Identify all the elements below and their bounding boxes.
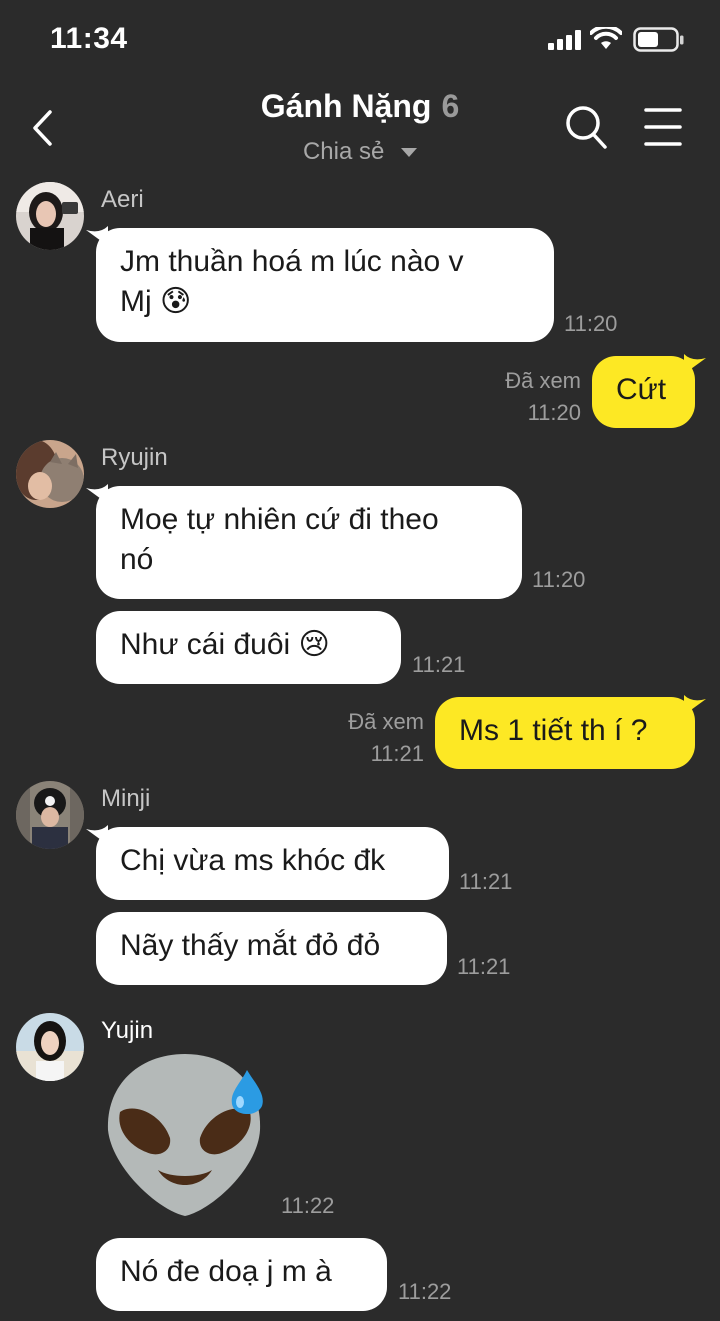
- message-time: 11:21: [457, 954, 511, 979]
- read-receipt: Đã xem: [505, 368, 581, 393]
- status-time: 11:34: [50, 22, 128, 55]
- message-bubble[interactable]: Chị vừa ms khóc đk: [96, 827, 449, 900]
- message-text: nó: [120, 543, 154, 576]
- message-text: Jm thuần hoá m lúc nào v: [120, 245, 464, 278]
- message-text: Chị vừa ms khóc đk: [120, 844, 386, 877]
- outgoing-message-bubble[interactable]: Ms 1 tiết th í ?: [435, 697, 695, 769]
- message-time: 11:20: [532, 567, 586, 592]
- share-dropdown[interactable]: Chia sẻ: [0, 138, 720, 166]
- chat-header: Gánh Nặng 6 Chia sẻ: [0, 84, 720, 176]
- member-count: 6: [441, 88, 460, 124]
- crying-face-emoji: 😢: [298, 627, 330, 662]
- avatar-aeri[interactable]: [16, 182, 84, 250]
- avatar-ryujin[interactable]: [16, 440, 84, 508]
- search-button[interactable]: [564, 104, 608, 150]
- sender-name: Yujin: [101, 1017, 154, 1044]
- message-bubble[interactable]: Moẹ tự nhiên cứ đi theo nó: [96, 486, 522, 599]
- share-dropdown-label: Chia sẻ: [302, 138, 385, 165]
- battery-icon: [633, 27, 684, 52]
- sender-name: Minji: [101, 785, 151, 812]
- message-time: 11:20: [527, 400, 581, 425]
- sender-name: Aeri: [101, 186, 144, 213]
- avatar-minji[interactable]: [16, 781, 84, 849]
- message-time: 11:21: [370, 741, 424, 766]
- message-bubble[interactable]: Jm thuần hoá m lúc nào v Mj 😰: [96, 228, 554, 342]
- message-text: Mj: [120, 285, 152, 318]
- message-bubble[interactable]: Như cái đuôi 😢: [96, 611, 401, 684]
- message-time: 11:21: [412, 652, 466, 677]
- anxious-sweat-emoji: 😰: [160, 284, 192, 319]
- message-time: 11:22: [281, 1193, 335, 1218]
- message-time: 11:21: [459, 869, 513, 894]
- message-text: Nãy thấy mắt đỏ đỏ: [120, 929, 381, 962]
- message-text: Như cái đuôi: [120, 628, 291, 661]
- status-bar: 11:34: [0, 0, 720, 84]
- message-bubble[interactable]: Nãy thấy mắt đỏ đỏ: [96, 912, 447, 985]
- message-text: Cứt: [616, 373, 667, 406]
- sender-name: Ryujin: [101, 444, 168, 471]
- chevron-down-icon: [401, 147, 418, 157]
- message-time: 11:20: [564, 311, 618, 336]
- read-receipt: Đã xem: [348, 709, 424, 734]
- avatar-yujin[interactable]: [16, 1013, 84, 1081]
- message-text: Moẹ tự nhiên cứ đi theo: [120, 503, 439, 536]
- message-bubble[interactable]: Nó đe doạ j m à: [96, 1238, 387, 1311]
- bubble-tail: [684, 695, 706, 715]
- chat-title: Gánh Nặng: [260, 88, 432, 124]
- signal-icon: [548, 30, 581, 50]
- chat-title-group[interactable]: Gánh Nặng 6: [0, 88, 720, 125]
- wifi-icon: [590, 27, 622, 49]
- message-time: 11:22: [398, 1279, 452, 1304]
- menu-button[interactable]: [644, 106, 682, 148]
- message-text: Ms 1 tiết th í ?: [459, 714, 648, 747]
- outgoing-message-bubble[interactable]: Cứt: [592, 356, 695, 428]
- bubble-tail: [684, 354, 706, 374]
- alien-sweat-sticker[interactable]: [100, 1050, 270, 1222]
- message-text: Nó đe doạ j m à: [120, 1255, 332, 1288]
